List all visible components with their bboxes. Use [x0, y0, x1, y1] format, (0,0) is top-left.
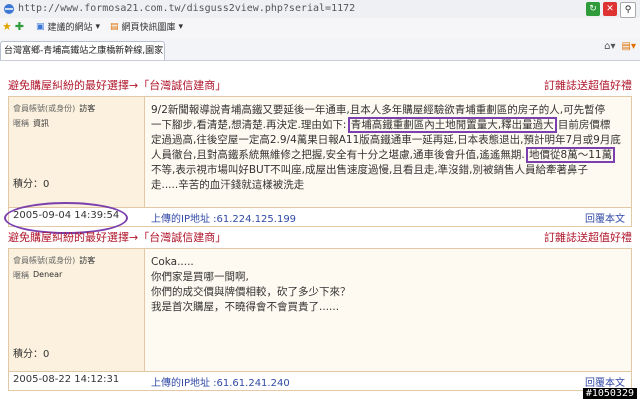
ad-link-magazine[interactable]: 訂雜誌送超值好禮 — [544, 77, 632, 93]
post-line: 走.....辛苦的血汗錢就這樣被洗走 — [151, 179, 305, 191]
post-line: 人員徹台,且對高鐵系統無維修之把握,安全有十分之堪慮,通車後會升值,遙遙無期. … — [151, 147, 625, 163]
ad-link-magazine[interactable]: 訂雜誌送超值好禮 — [544, 229, 632, 245]
post-line: Coka..... — [151, 256, 194, 268]
post-ip: 上傳的IP地址 :61.224.125.199 — [151, 214, 297, 225]
post-body: 9/2新聞報導說青埔高鐵又要延後一年通車,且本人多年購屋經驗欲青埔重劃區的房子的… — [145, 97, 631, 207]
highlight-box: 青埔高鐵重劃區內土地閒置量大,釋出量過大 — [347, 117, 557, 133]
post-line: 你們家是買哪一間啊, — [151, 271, 249, 283]
post-line: 定過過高,往後空屋一定高2.9/4萬果日報A11版高鐵通車一延再延,日本表態退出… — [151, 134, 621, 146]
reply-link[interactable]: 回覆本文 — [585, 210, 625, 225]
ad-banner: 避免購屋糾紛的最好選擇→「台灣誠信建商」 訂雜誌送超值好禮 — [8, 78, 632, 92]
stop-icon[interactable]: ✕ — [603, 2, 617, 16]
alias-value: Denear — [33, 270, 63, 279]
post-text: 9/2新聞報導說青埔高鐵又要延後一年通車,且本人多年購屋經驗欲青埔重劃區的房子的… — [151, 103, 625, 193]
bookmark-label: 網頁快訊圖庫 — [121, 23, 176, 33]
bookmark-suggested-sites[interactable]: ▣ 建議的網站 ▾ — [36, 20, 101, 34]
score-text: 積分：0 — [13, 349, 50, 360]
post-author-panel: 會員帳號(或身份) 訪客 暱稱 Denear 積分：0 — [9, 249, 145, 371]
score-text: 積分：0 — [13, 179, 50, 190]
post-line: 9/2新聞報導說青埔高鐵又要延後一年通車,且本人多年購屋經驗欲青埔重劃區的房子的… — [151, 104, 606, 116]
feeds-icon[interactable]: ▤▾ — [622, 41, 636, 52]
nickname-label: 會員帳號(或身份) — [13, 104, 76, 113]
tab-bar: 台灣富鄉-青埔高鐵站之康橋新幹線,園家... ⌂▾ ▤▾ — [0, 38, 640, 61]
refresh-icon[interactable]: ↻ — [586, 2, 600, 16]
post-text: Coka..... 你們家是買哪一間啊, 你們的成交價與牌價相較，砍了多少下來？… — [151, 255, 625, 315]
url-text[interactable]: http://www.formosa21.com.tw/disguss2view… — [18, 3, 355, 14]
alias-label: 暱稱 — [13, 271, 29, 280]
ad-link-builder[interactable]: 避免購屋糾紛的最好選擇→「台灣誠信建商」 — [8, 229, 226, 245]
post-line-part: 人員徹台,且對高鐵系統無維修之把握,安全有十分之堪慮,通車後會升值,遙遙無期. — [151, 149, 525, 161]
home-icon[interactable]: ⌂▾ — [604, 41, 615, 52]
address-bar[interactable]: http://www.formosa21.com.tw/disguss2view… — [0, 0, 640, 19]
forum-post: 會員帳號(或身份) 訪客 暱稱 資訊 積分：0 9/2新聞報導說青埔高鐵又要延後… — [8, 96, 632, 208]
image-watermark: #1050329 — [582, 388, 637, 399]
alias-label: 暱稱 — [13, 119, 29, 128]
ie-page-icon — [4, 4, 14, 14]
post-line: 不等,表示視市場叫好BUT不叫座,成屋出售速度過慢,且看且走,準沒錯,別被銷售人… — [151, 164, 588, 176]
forum-post: 會員帳號(或身份) 訪客 暱稱 Denear 積分：0 Coka..... 你們… — [8, 248, 632, 372]
search-icon[interactable]: ⚲ — [620, 2, 636, 18]
bookmark-label: 建議的網站 — [47, 23, 93, 33]
bookmark-web-slice[interactable]: ▤ 網頁快訊圖庫 ▾ — [110, 20, 184, 34]
suggested-sites-icon: ▣ — [36, 21, 45, 32]
post-ip: 上傳的IP地址 :61.61.241.240 — [151, 378, 290, 389]
reply-link[interactable]: 回覆本文 — [585, 374, 625, 389]
add-favorites-icon: ✚ — [14, 20, 25, 33]
post-line: 一下腳步,看清楚,想清楚.再決定.理由如下: 青埔高鐵重劃區內土地閒置量大,釋出… — [151, 117, 625, 133]
favorites-star-button[interactable]: ★ ✚ — [2, 20, 24, 33]
post-line: 你們的成交價與牌價相較，砍了多少下來？ — [151, 286, 351, 298]
favorites-bar: ★ ✚ ▣ 建議的網站 ▾ ▤ 網頁快訊圖庫 ▾ — [0, 18, 640, 39]
alias-value: 資訊 — [33, 119, 49, 128]
tab-active[interactable]: 台灣富鄉-青埔高鐵站之康橋新幹線,園家... — [0, 41, 165, 60]
web-slice-icon: ▤ — [110, 21, 119, 32]
nickname-label: 會員帳號(或身份) — [13, 256, 76, 265]
ad-link-builder[interactable]: 避免購屋糾紛的最好選擇→「台灣誠信建商」 — [8, 77, 226, 93]
chevron-down-icon: ▾ — [95, 21, 101, 32]
post-author-panel: 會員帳號(或身份) 訪客 暱稱 資訊 積分：0 — [9, 97, 145, 207]
favorites-star-icon: ★ — [2, 20, 12, 33]
post-line-part: 一下腳步,看清楚,想清楚.再決定.理由如下: — [151, 119, 347, 131]
page-content: 避免購屋糾紛的最好選擇→「台灣誠信建商」 訂雜誌送超值好禮 會員帳號(或身份) … — [0, 70, 640, 401]
post-line: 我是首次購屋，不曉得會不會買貴了...... — [151, 301, 340, 313]
highlight-box: 地價從8萬～11萬 — [526, 147, 616, 163]
nickname-value: 訪客 — [79, 104, 96, 113]
post-line-part: 目前房價標 — [557, 119, 611, 131]
ad-banner: 避免購屋糾紛的最好選擇→「台灣誠信建商」 訂雜誌送超值好禮 — [8, 230, 632, 244]
post-body: Coka..... 你們家是買哪一間啊, 你們的成交價與牌價相較，砍了多少下來？… — [145, 249, 631, 371]
post-date: 2005-08-22 14:12:31 — [13, 374, 120, 385]
nickname-value: 訪客 — [79, 256, 96, 265]
chevron-down-icon: ▾ — [178, 21, 184, 32]
post-footer: 2005-08-22 14:12:31 上傳的IP地址 :61.61.241.2… — [8, 370, 632, 391]
